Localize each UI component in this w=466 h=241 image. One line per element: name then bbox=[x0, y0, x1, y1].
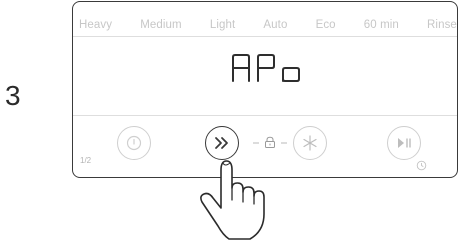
star-icon bbox=[303, 135, 317, 151]
program-eco: Eco bbox=[315, 19, 336, 31]
bottom-divider bbox=[73, 115, 457, 116]
power-icon bbox=[126, 135, 142, 151]
power-button[interactable] bbox=[117, 126, 151, 160]
program-medium: Medium bbox=[140, 19, 182, 31]
double-chevron-right-icon bbox=[215, 137, 228, 149]
pointing-hand-icon bbox=[200, 160, 265, 240]
clock-icon bbox=[416, 160, 427, 171]
extra-option-button[interactable] bbox=[293, 126, 327, 160]
child-lock-indicator bbox=[253, 136, 287, 148]
program-light: Light bbox=[209, 19, 236, 31]
play-pause-icon bbox=[398, 138, 411, 148]
program-heavy: Heavy bbox=[79, 19, 113, 31]
lock-icon bbox=[265, 136, 275, 148]
instruction-illustration: 3 Heavy Medium Light Auto Eco 60 min Rin… bbox=[0, 0, 466, 241]
program-list: Heavy Medium Light Auto Eco 60 min Rinse bbox=[79, 19, 457, 31]
step-number: 3 bbox=[5, 80, 21, 111]
program-auto: Auto bbox=[263, 19, 288, 31]
segment-display bbox=[232, 54, 300, 82]
top-divider bbox=[73, 36, 457, 37]
start-pause-button[interactable] bbox=[387, 126, 421, 160]
program-60-min: 60 min bbox=[363, 19, 399, 31]
half-load-label: 1/2 bbox=[80, 156, 92, 165]
program-rinse: Rinse bbox=[427, 19, 457, 31]
